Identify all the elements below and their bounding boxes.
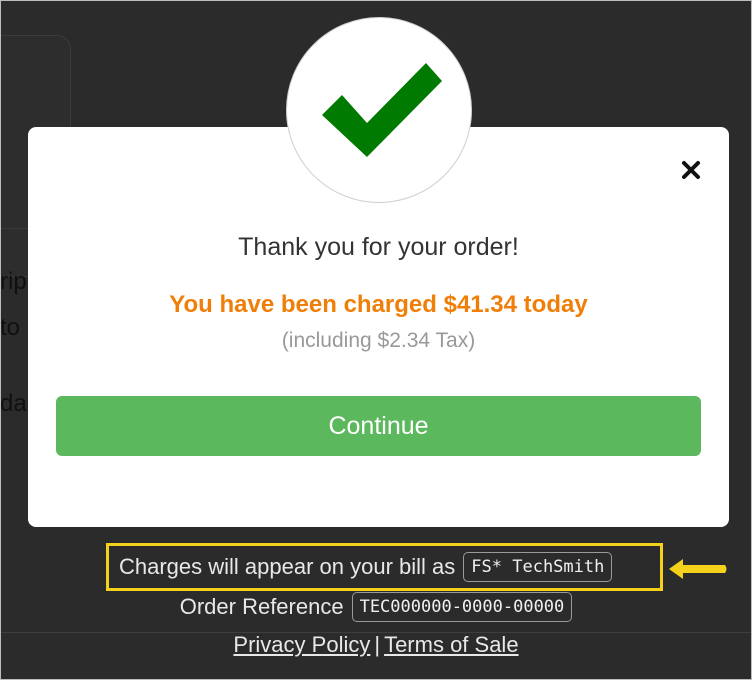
- thank-you-heading: Thank you for your order!: [238, 233, 519, 261]
- checkmark-icon: [322, 63, 442, 157]
- tax-note: (including $2.34 Tax): [281, 329, 476, 352]
- arrow-left-icon: [669, 559, 727, 579]
- privacy-policy-link[interactable]: Privacy Policy: [233, 632, 370, 657]
- continue-button[interactable]: Continue: [56, 396, 701, 456]
- close-icon: [682, 161, 700, 179]
- billing-label: Charges will appear on your bill as: [119, 554, 456, 579]
- order-reference-value: TEC000000-0000-00000: [351, 592, 573, 622]
- background-text: rip: [0, 268, 27, 295]
- background-text: to: [0, 314, 21, 341]
- success-badge: [286, 17, 472, 203]
- charged-amount-text: You have been charged $41.34 today: [169, 291, 588, 318]
- order-reference-label: Order Reference: [179, 594, 344, 619]
- background-divider: [0, 228, 30, 229]
- background-text: da: [0, 390, 27, 417]
- terms-of-sale-link[interactable]: Terms of Sale: [384, 632, 519, 657]
- footer-links: Privacy Policy | Terms of Sale: [0, 632, 752, 658]
- billing-descriptor-highlight: Charges will appear on your bill as FS* …: [106, 543, 663, 591]
- close-button[interactable]: [678, 157, 704, 183]
- order-reference-row: Order Reference TEC000000-0000-00000: [0, 592, 752, 622]
- billing-descriptor: FS* TechSmith: [463, 552, 613, 582]
- link-separator: |: [374, 632, 381, 657]
